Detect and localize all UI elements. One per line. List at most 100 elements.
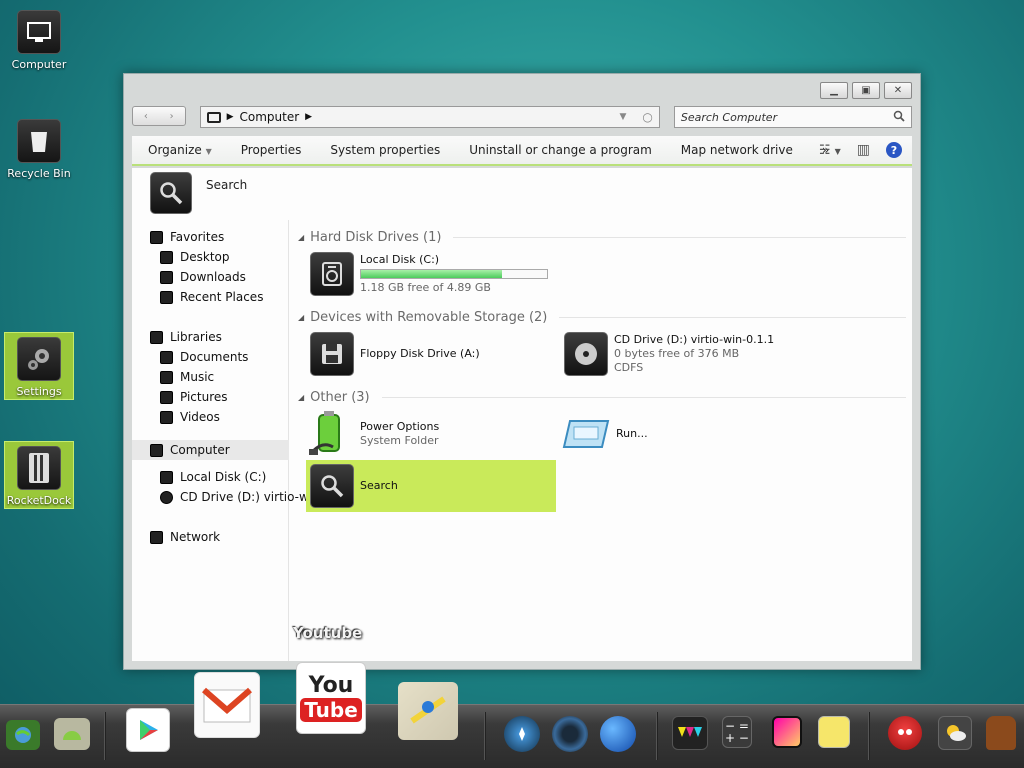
gmail-icon[interactable] <box>194 672 260 738</box>
close-button[interactable]: ✕ <box>884 82 912 99</box>
drive-filesystem: CDFS <box>614 361 644 374</box>
magnifier-icon <box>150 172 192 214</box>
android-gingerbread-icon[interactable] <box>986 716 1016 750</box>
forward-arrow-icon[interactable]: › <box>170 111 174 122</box>
disk-usage-bar <box>360 269 548 279</box>
nav-desktop[interactable]: Desktop <box>160 250 230 264</box>
uninstall-program-button[interactable]: Uninstall or change a program <box>469 143 652 157</box>
collapse-triangle-icon[interactable]: ◢ <box>298 313 304 322</box>
minimize-button[interactable]: ▁ <box>820 82 848 99</box>
nav-pictures[interactable]: Pictures <box>160 390 228 404</box>
android-folder-icon[interactable] <box>54 718 90 750</box>
pictures-icon <box>160 390 173 404</box>
nav-libraries[interactable]: Libraries <box>150 330 222 344</box>
collapse-triangle-icon[interactable]: ◢ <box>298 233 304 242</box>
nav-favorites[interactable]: Favorites <box>150 230 224 244</box>
preview-pane-icon[interactable]: ▥ <box>857 142 870 158</box>
address-bar[interactable]: ▶ Computer ▶ ▼ ○ <box>199 106 660 128</box>
nav-downloads[interactable]: Downloads <box>160 270 246 284</box>
nav-computer[interactable]: Computer <box>132 440 289 460</box>
drive-free-space: 0 bytes free of 376 MB <box>614 347 740 360</box>
explorer-window: ▁ ▣ ✕ ‹ › ▶ Computer ▶ ▼ ○ Search Comput… <box>123 73 921 670</box>
item-name: Run... <box>616 427 648 440</box>
organize-button[interactable]: Organize ▼ <box>148 143 212 157</box>
weather-icon[interactable] <box>938 716 972 750</box>
item-power-options[interactable]: Power Options System Folder <box>308 410 439 458</box>
item-run[interactable]: Run... <box>562 410 648 458</box>
item-name: Power Options <box>360 420 440 433</box>
nav-cd-drive[interactable]: CD Drive (D:) virtio-w <box>160 490 309 504</box>
cd-drive-icon <box>564 332 608 376</box>
nav-local-disk[interactable]: Local Disk (C:) <box>160 470 266 484</box>
collapse-triangle-icon[interactable]: ◢ <box>298 393 304 402</box>
rocketdock-icon <box>17 446 61 490</box>
speaker-icon[interactable] <box>552 716 588 752</box>
desktop-icon-rocketdock[interactable]: RocketDock <box>4 441 74 509</box>
maps-icon[interactable] <box>398 682 458 740</box>
search-input[interactable]: Search Computer <box>673 106 913 128</box>
group-hard-disk-drives[interactable]: ◢ Hard Disk Drives (1) <box>298 230 906 245</box>
window-controls: ▁ ▣ ✕ <box>820 82 912 99</box>
maximize-button[interactable]: ▣ <box>852 82 880 99</box>
refresh-icon[interactable]: ○ <box>642 110 652 124</box>
cd-icon <box>160 490 173 504</box>
search-header[interactable]: Search <box>150 172 247 214</box>
desktop-icon-label: Recycle Bin <box>7 167 71 180</box>
search-icon[interactable] <box>893 110 905 125</box>
properties-button[interactable]: Properties <box>241 143 302 157</box>
view-options-icon[interactable]: ☷ ▼ <box>819 143 841 158</box>
recycle-bin-icon <box>17 119 61 163</box>
globe-monitor-icon[interactable] <box>6 720 40 750</box>
videos-icon <box>160 410 173 424</box>
nav-videos[interactable]: Videos <box>160 410 220 424</box>
system-properties-button[interactable]: System properties <box>330 143 440 157</box>
computer-icon <box>206 111 221 123</box>
item-name: Search <box>360 479 398 492</box>
computer-icon <box>150 443 163 457</box>
nav-documents[interactable]: Documents <box>160 350 248 364</box>
network-icon <box>150 530 163 544</box>
calculator-icon[interactable]: − = + − <box>722 716 752 748</box>
help-icon[interactable]: ? <box>886 142 902 158</box>
drive-name: CD Drive (D:) virtio-win-0.1.1 <box>614 333 775 346</box>
back-forward-buttons[interactable]: ‹ › <box>132 106 186 126</box>
desktop-icon-computer[interactable]: Computer <box>4 2 74 72</box>
command-bar: Organize ▼ Properties System properties … <box>132 136 912 166</box>
item-type: System Folder <box>360 434 439 447</box>
play-store-icon[interactable] <box>126 708 170 752</box>
breadcrumb-computer[interactable]: Computer <box>240 110 300 124</box>
drive-name: Floppy Disk Drive (A:) <box>360 347 480 360</box>
compass-icon[interactable] <box>504 716 540 752</box>
media-player-icon[interactable] <box>672 716 708 750</box>
breadcrumb-arrow-icon[interactable]: ▶ <box>305 112 312 122</box>
nav-music[interactable]: Music <box>160 370 214 384</box>
browser-globe-icon[interactable] <box>600 716 636 752</box>
drive-floppy-a[interactable]: Floppy Disk Drive (A:) <box>310 332 480 376</box>
gallery-icon[interactable] <box>772 716 802 748</box>
drive-free-space: 1.18 GB free of 4.89 GB <box>360 281 491 294</box>
drive-local-disk-c[interactable]: Local Disk (C:) 1.18 GB free of 4.89 GB <box>310 252 548 296</box>
group-other[interactable]: ◢ Other (3) <box>298 390 906 405</box>
recent-places-icon <box>160 290 173 304</box>
item-search[interactable]: Search <box>306 460 556 512</box>
battery-plug-icon <box>308 410 354 458</box>
desktop-icon-label: Computer <box>11 58 67 71</box>
desktop-icon-label: Settings <box>16 385 62 398</box>
nav-network[interactable]: Network <box>150 530 220 544</box>
desktop-icon-recycle-bin[interactable]: Recycle Bin <box>4 111 74 181</box>
sticky-notes-icon[interactable] <box>818 716 850 748</box>
group-removable-storage[interactable]: ◢ Devices with Removable Storage (2) <box>298 310 906 325</box>
breadcrumb-arrow-icon[interactable]: ▶ <box>227 112 234 122</box>
star-icon <box>150 230 163 244</box>
drive-cd-d[interactable]: CD Drive (D:) virtio-win-0.1.1 0 bytes f… <box>564 332 774 376</box>
nav-recent-places[interactable]: Recent Places <box>160 290 263 304</box>
hard-disk-icon <box>310 252 354 296</box>
map-network-drive-button[interactable]: Map network drive <box>681 143 793 157</box>
back-arrow-icon[interactable]: ‹ <box>144 111 148 122</box>
floppy-disk-icon <box>310 332 354 376</box>
youtube-icon[interactable]: You Tube <box>296 662 366 734</box>
angry-birds-icon[interactable] <box>888 716 922 750</box>
gears-icon <box>17 337 61 381</box>
address-dropdown-icon[interactable]: ▼ <box>619 112 626 122</box>
desktop-icon-settings[interactable]: Settings <box>4 332 74 400</box>
